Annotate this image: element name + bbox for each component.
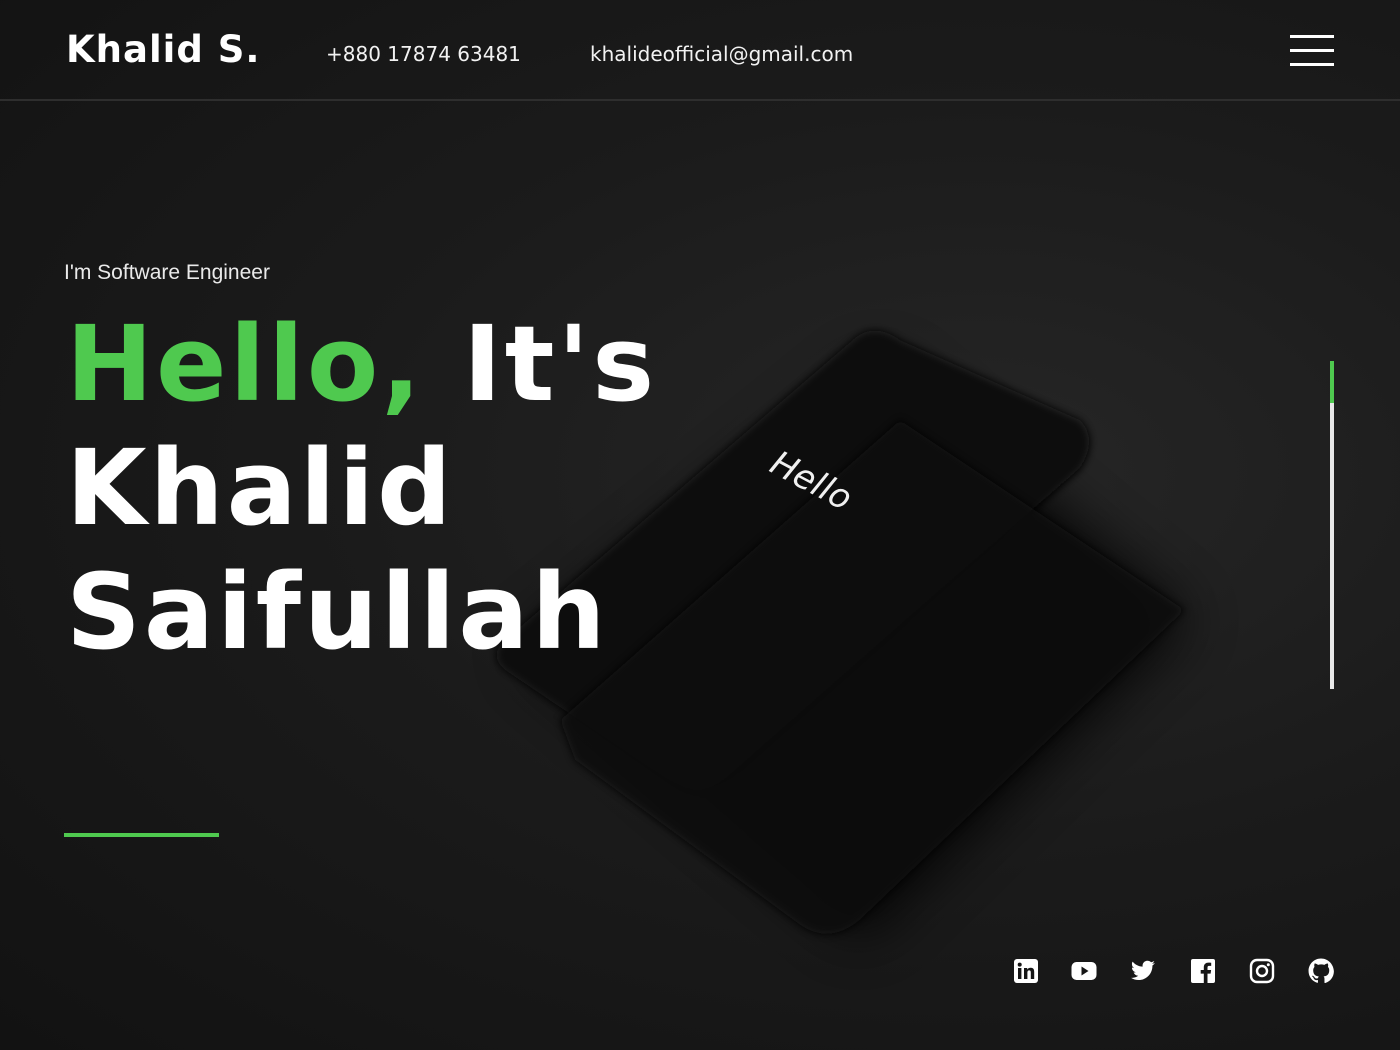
page: Hello Khalid S. +880 17874 63481 khalide… <box>0 0 1400 1050</box>
menu-bar-icon <box>1290 35 1334 38</box>
instagram-icon[interactable] <box>1249 958 1275 984</box>
phone-link[interactable]: +880 17874 63481 <box>326 40 521 68</box>
hero-subtitle: I'm Software Engineer <box>64 261 270 284</box>
twitter-icon[interactable] <box>1130 958 1156 984</box>
hero-title: Hello, It's Khalid Saifullah <box>66 302 657 674</box>
hero-title-line-3: Saifullah <box>66 551 609 673</box>
menu-bar-icon <box>1290 49 1334 52</box>
hamburger-menu-button[interactable] <box>1290 34 1334 68</box>
facebook-icon[interactable] <box>1190 958 1216 984</box>
youtube-icon[interactable] <box>1071 958 1097 984</box>
slide-indicator-active <box>1330 361 1334 403</box>
hero-title-line-1: Hello, It's <box>66 302 657 426</box>
hero-title-line-2: Khalid <box>66 427 455 549</box>
hero-title-its: It's <box>463 303 658 425</box>
site-logo[interactable]: Khalid S. <box>66 26 260 74</box>
github-icon[interactable] <box>1308 958 1334 984</box>
email-link[interactable]: khalideofficial@gmail.com <box>590 40 853 68</box>
hero-title-accent: Hello, <box>66 303 424 425</box>
linkedin-icon[interactable] <box>1013 958 1039 984</box>
menu-bar-icon <box>1290 63 1334 66</box>
site-header: Khalid S. +880 17874 63481 khalideoffici… <box>0 0 1400 101</box>
slide-indicator[interactable] <box>1330 361 1334 689</box>
accent-underline <box>64 833 219 837</box>
